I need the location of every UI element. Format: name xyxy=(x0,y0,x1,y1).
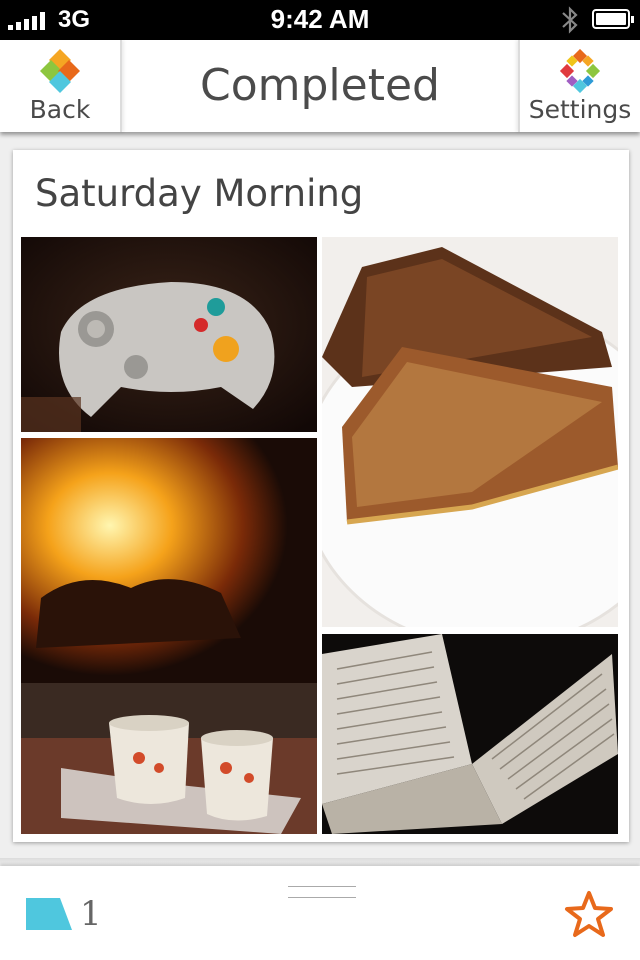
back-label: Back xyxy=(29,95,91,124)
bottom-toolbar: 1 xyxy=(0,866,640,960)
game-controller-photo[interactable] xyxy=(21,237,317,432)
settings-label: Settings xyxy=(528,95,632,124)
status-bar: 3G 9:42 AM xyxy=(0,0,640,40)
star-icon[interactable] xyxy=(564,890,614,938)
battery-icon xyxy=(592,9,634,29)
diamond-logo-icon xyxy=(40,49,80,93)
page-title: Completed xyxy=(200,60,440,111)
back-button[interactable]: Back xyxy=(0,40,122,132)
navigation-bar: Back Completed Settings xyxy=(0,40,640,132)
open-book-photo[interactable] xyxy=(322,634,618,834)
fireplace-mugs-photo[interactable] xyxy=(21,438,317,834)
grilled-cheese-photo[interactable] xyxy=(322,237,618,627)
comment-flag-icon[interactable] xyxy=(26,898,72,930)
bluetooth-icon xyxy=(562,6,578,34)
entry-title: Saturday Morning xyxy=(35,172,364,215)
entry-card[interactable]: Saturday Morning xyxy=(13,150,629,842)
comment-count: 1 xyxy=(80,894,102,934)
status-time: 9:42 AM xyxy=(270,4,370,34)
settings-button[interactable]: Settings xyxy=(518,40,640,132)
pinwheel-icon xyxy=(559,49,601,93)
drag-handle[interactable] xyxy=(288,886,356,898)
